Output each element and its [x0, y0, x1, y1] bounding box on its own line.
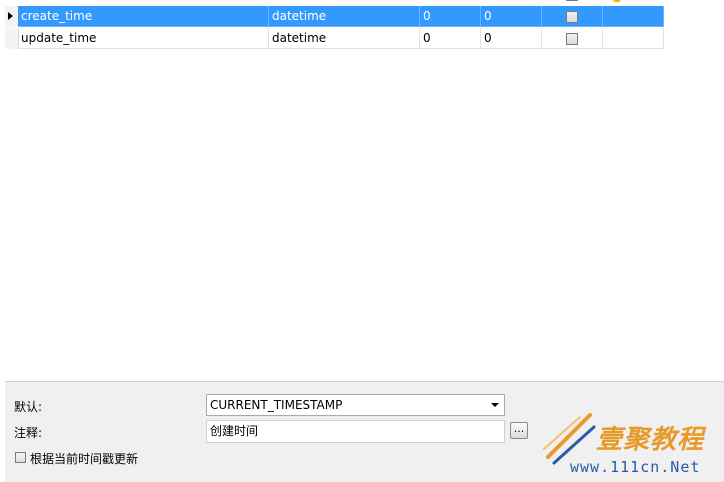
field-length-cell[interactable]: 0: [420, 28, 481, 49]
not-null-checkbox-partial: [566, 0, 578, 1]
not-null-cell[interactable]: [542, 6, 603, 27]
field-type-cell[interactable]: datetime: [269, 28, 420, 49]
field-decimals-cell[interactable]: 0: [481, 6, 542, 27]
field-decimals-cell[interactable]: 0: [481, 28, 542, 49]
brand-url: www.111cn.Net: [570, 458, 701, 476]
row-indicator: [5, 28, 19, 49]
not-null-checkbox[interactable]: [566, 11, 578, 23]
watermark: 壹聚教程 www.111cn.Net: [540, 407, 724, 481]
fields-grid: create_time datetime 0 0 update_time dat…: [0, 0, 724, 381]
primary-key-icon: [613, 0, 621, 2]
not-null-checkbox[interactable]: [566, 33, 578, 45]
current-row-arrow-icon: [8, 12, 13, 20]
row-indicator: [5, 6, 19, 27]
field-name-cell[interactable]: create_time: [18, 6, 269, 27]
field-name-cell[interactable]: update_time: [18, 28, 269, 49]
default-value-text: CURRENT_TIMESTAMP: [210, 398, 343, 412]
default-value-combobox[interactable]: CURRENT_TIMESTAMP: [206, 394, 505, 416]
on-update-label[interactable]: 根据当前时间戳更新: [30, 450, 138, 467]
comment-input[interactable]: 创建时间: [206, 420, 505, 443]
field-type-cell[interactable]: datetime: [269, 6, 420, 27]
table-row[interactable]: update_time datetime 0 0: [5, 28, 664, 49]
table-row[interactable]: create_time datetime 0 0: [5, 6, 664, 27]
comment-label: 注释:: [14, 426, 43, 440]
comment-ellipsis-button[interactable]: ...: [510, 422, 528, 439]
not-null-cell[interactable]: [542, 28, 603, 49]
field-length-cell[interactable]: 0: [420, 6, 481, 27]
on-update-checkbox[interactable]: [15, 452, 26, 463]
default-label: 默认:: [14, 400, 43, 414]
brand-name: 壹聚教程: [596, 425, 705, 455]
chevron-down-icon[interactable]: [491, 403, 499, 407]
key-cell[interactable]: [603, 28, 664, 49]
key-cell[interactable]: [603, 6, 664, 27]
